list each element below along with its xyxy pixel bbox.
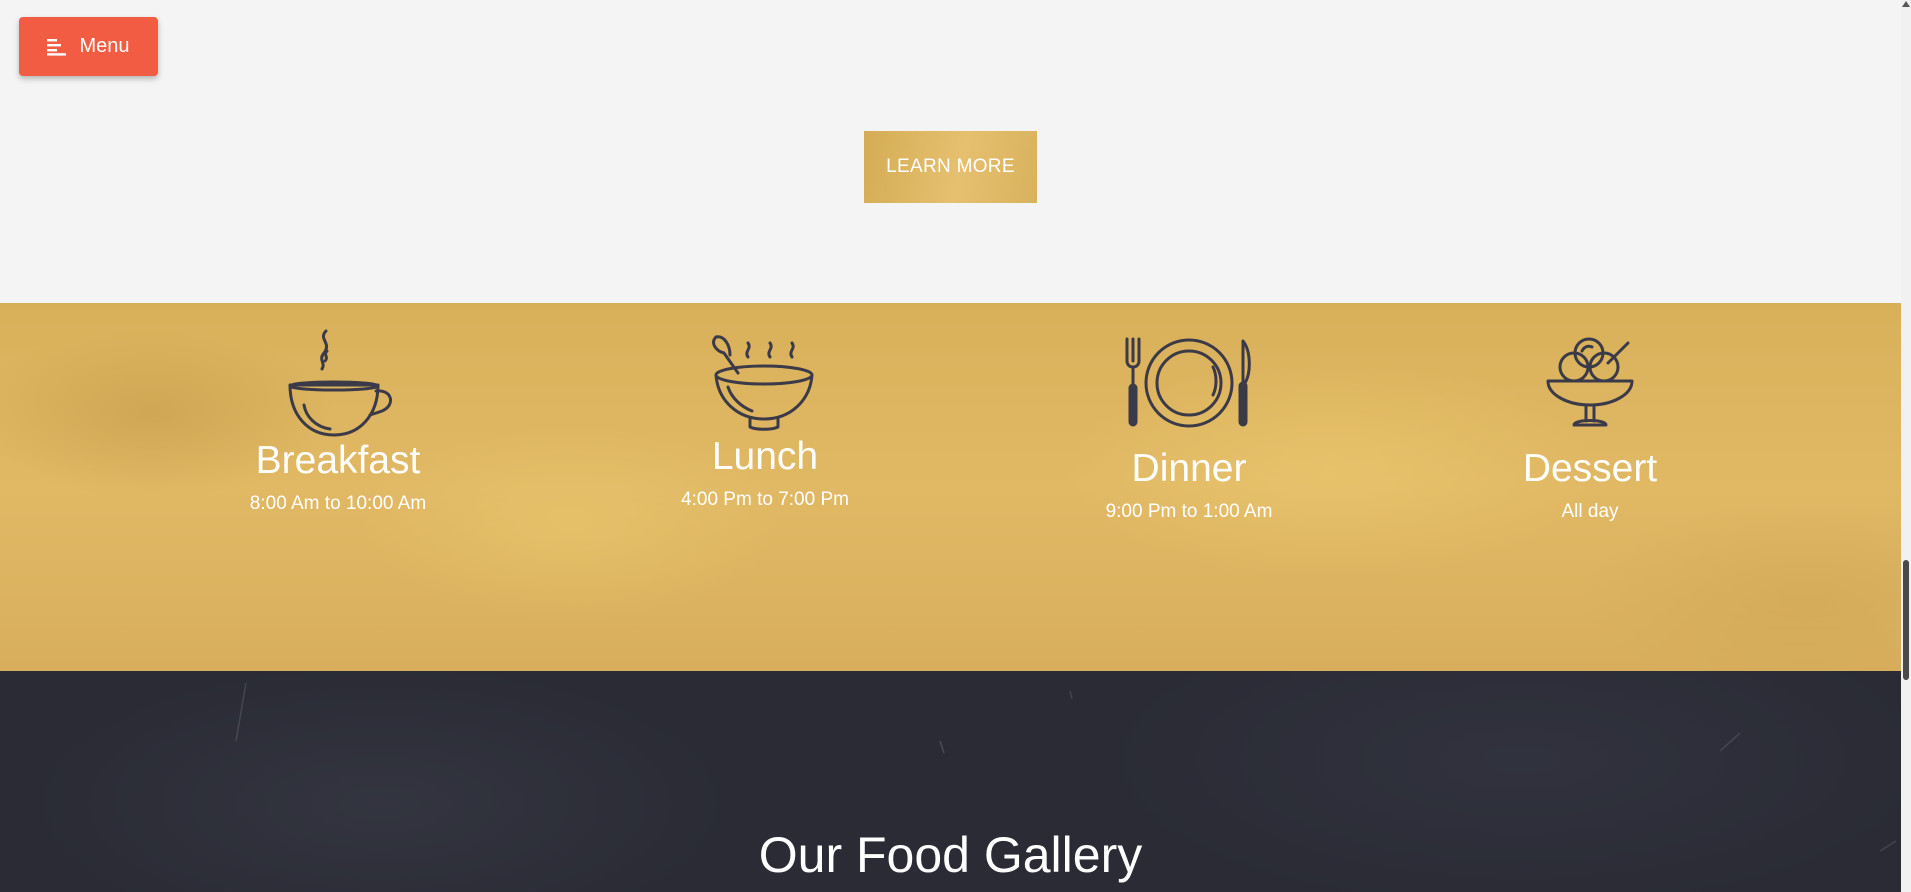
intro-section: Menu LEARN MORE bbox=[0, 0, 1901, 303]
soup-bowl-icon bbox=[665, 333, 865, 433]
meal-title: Dinner bbox=[1131, 447, 1247, 490]
learn-more-button[interactable]: LEARN MORE bbox=[864, 131, 1037, 203]
meal-hours: 4:00 Pm to 7:00 Pm bbox=[681, 489, 849, 510]
scrollbar-thumb[interactable] bbox=[1903, 560, 1909, 680]
meal-breakfast: Breakfast 8:00 Am to 10:00 Am bbox=[236, 327, 440, 513]
food-gallery-section: Our Food Gallery bbox=[0, 671, 1901, 892]
menu-button-label: Menu bbox=[79, 35, 130, 57]
page-scrollbar[interactable] bbox=[1901, 0, 1911, 892]
meal-dinner: Dinner 9:00 Pm to 1:00 Am bbox=[1089, 337, 1289, 521]
meal-title: Lunch bbox=[711, 435, 819, 478]
menu-lines-icon bbox=[47, 38, 67, 56]
meal-hours: All day bbox=[1561, 501, 1619, 522]
meal-times-section: Breakfast 8:00 Am to 10:00 Am Lunch 4:00… bbox=[0, 303, 1901, 671]
meal-hours: 9:00 Pm to 1:00 Am bbox=[1105, 501, 1273, 522]
meal-dessert: Dessert All day bbox=[1490, 333, 1690, 521]
plate-cutlery-icon bbox=[1089, 337, 1289, 429]
meal-title: Breakfast bbox=[255, 439, 421, 482]
coffee-cup-icon bbox=[236, 327, 440, 439]
gallery-title: Our Food Gallery bbox=[758, 827, 1143, 883]
meal-lunch: Lunch 4:00 Pm to 7:00 Pm bbox=[665, 333, 865, 509]
meal-title: Dessert bbox=[1522, 447, 1658, 490]
meal-hours: 8:00 Am to 10:00 Am bbox=[249, 493, 427, 514]
scroll-up-icon[interactable] bbox=[1902, 1, 1910, 7]
menu-button[interactable]: Menu bbox=[19, 17, 158, 76]
ice-cream-icon bbox=[1490, 333, 1690, 433]
